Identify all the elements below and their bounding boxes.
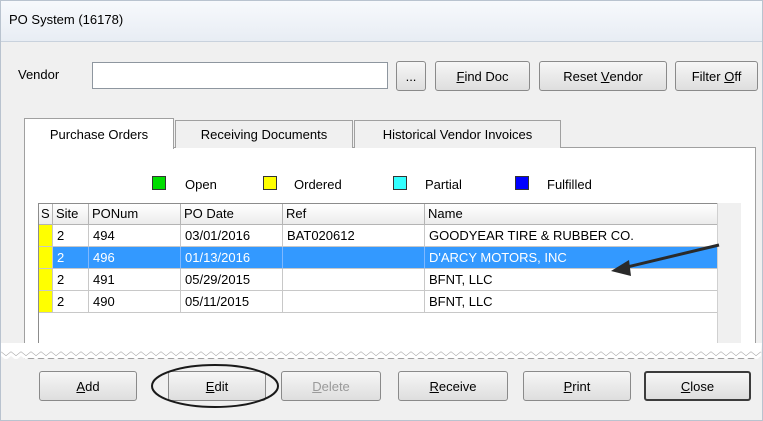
row-ponum: 490 xyxy=(89,291,181,313)
legend-open-label: Open xyxy=(185,177,217,192)
row-name: GOODYEAR TIRE & RUBBER CO. xyxy=(425,225,719,247)
filter-off-button[interactable]: Filter Off xyxy=(675,61,758,91)
row-name: BFNT, LLC xyxy=(425,291,719,313)
row-po-date: 03/01/2016 xyxy=(181,225,283,247)
tab-receiving-documents-label: Receiving Documents xyxy=(200,127,328,142)
table-row[interactable]: 2 496 01/13/2016 D'ARCY MOTORS, INC xyxy=(39,247,719,269)
print-label-post: rint xyxy=(572,378,591,394)
find-doc-button[interactable]: Find Doc xyxy=(435,61,530,91)
filter-off-accel-key: O xyxy=(724,68,735,84)
find-doc-label-post: ind Doc xyxy=(464,68,509,84)
legend-fulfilled-swatch xyxy=(515,176,529,190)
row-po-date: 05/29/2015 xyxy=(181,269,283,291)
row-status-indicator xyxy=(39,291,53,313)
reset-vendor-label-post: endor xyxy=(609,68,643,84)
vendor-input[interactable] xyxy=(92,62,388,89)
delete-label-post: elete xyxy=(321,378,350,394)
edit-button[interactable]: Edit xyxy=(168,371,266,401)
legend-fulfilled-label: Fulfilled xyxy=(547,177,592,192)
legend-partial-label: Partial xyxy=(425,177,462,192)
add-button[interactable]: Add xyxy=(39,371,137,401)
tab-historical-vendor-invoices[interactable]: Historical Vendor Invoices xyxy=(354,120,561,148)
window-title: PO System (16178) xyxy=(9,12,124,27)
close-button[interactable]: Close xyxy=(644,371,751,401)
table-row[interactable]: 2 494 03/01/2016 BAT020612 GOODYEAR TIRE… xyxy=(39,225,719,247)
print-accel-key: P xyxy=(563,378,573,394)
column-header-po-date[interactable]: PO Date xyxy=(181,204,283,225)
legend-ordered-label: Ordered xyxy=(294,177,342,192)
row-ponum: 491 xyxy=(89,269,181,291)
receive-button[interactable]: Receive xyxy=(398,371,508,401)
receive-accel-key: R xyxy=(429,378,439,394)
tab-purchase-orders-label: Purchase Orders xyxy=(49,126,149,142)
row-name: BFNT, LLC xyxy=(425,269,719,291)
row-ponum: 494 xyxy=(89,225,181,247)
vendor-browse-label: ... xyxy=(405,68,417,84)
edit-accel-key: E xyxy=(205,378,215,394)
row-status-indicator xyxy=(39,247,53,269)
legend-partial-swatch xyxy=(393,176,407,190)
column-header-ponum[interactable]: PONum xyxy=(89,204,181,225)
purchase-order-grid: S Site PONum PO Date Ref Name 2 494 03/0… xyxy=(38,203,741,353)
grid-vertical-scrollbar[interactable] xyxy=(717,203,741,353)
edit-label-post: dit xyxy=(214,378,229,394)
tab-purchase-orders[interactable]: Purchase Orders xyxy=(24,118,174,149)
row-po-date: 05/11/2015 xyxy=(181,291,283,313)
column-header-ref[interactable]: Ref xyxy=(283,204,425,225)
reset-vendor-button[interactable]: Reset Vendor xyxy=(539,61,667,91)
close-accel-key: C xyxy=(680,378,691,394)
delete-button[interactable]: Delete xyxy=(281,371,381,401)
add-accel-key: A xyxy=(76,378,86,394)
table-row[interactable]: 2 491 05/29/2015 BFNT, LLC xyxy=(39,269,719,291)
add-label-post: dd xyxy=(85,378,100,394)
row-name: D'ARCY MOTORS, INC xyxy=(425,247,719,269)
row-ref xyxy=(283,291,425,313)
filter-off-label-pre: Filter xyxy=(691,68,725,84)
legend-open-swatch xyxy=(152,176,166,190)
row-ponum: 496 xyxy=(89,247,181,269)
vendor-browse-button[interactable]: ... xyxy=(396,61,426,91)
row-site: 2 xyxy=(53,269,89,291)
vendor-label: Vendor xyxy=(18,67,60,82)
row-po-date: 01/13/2016 xyxy=(181,247,283,269)
close-label-post: lose xyxy=(690,378,715,394)
title-bar: PO System (16178) xyxy=(1,1,762,42)
legend-ordered-swatch xyxy=(263,176,277,190)
row-ref: BAT020612 xyxy=(283,225,425,247)
column-header-status[interactable]: S xyxy=(39,204,53,225)
reset-vendor-label-pre: Reset xyxy=(563,68,601,84)
bottom-button-bar: Add Edit Delete Receive Print Close xyxy=(1,359,762,420)
print-button[interactable]: Print xyxy=(523,371,631,401)
row-status-indicator xyxy=(39,225,53,247)
delete-accel-key: D xyxy=(312,378,322,394)
row-ref xyxy=(283,247,425,269)
row-site: 2 xyxy=(53,247,89,269)
tab-historical-vendor-invoices-label: Historical Vendor Invoices xyxy=(382,127,533,142)
column-header-site[interactable]: Site xyxy=(53,204,89,225)
row-site: 2 xyxy=(53,291,89,313)
tab-receiving-documents[interactable]: Receiving Documents xyxy=(175,120,353,148)
reset-vendor-accel-key: V xyxy=(600,68,610,84)
table-row[interactable]: 2 490 05/11/2015 BFNT, LLC xyxy=(39,291,719,313)
po-system-window: PO System (16178) Vendor ... Find Doc Re… xyxy=(0,0,763,421)
column-header-name[interactable]: Name xyxy=(425,204,719,225)
find-doc-accel-key: F xyxy=(456,68,465,84)
row-site: 2 xyxy=(53,225,89,247)
row-ref xyxy=(283,269,425,291)
receive-label-post: eceive xyxy=(438,378,477,394)
filter-off-label-post: ff xyxy=(734,68,742,84)
row-status-indicator xyxy=(39,269,53,291)
